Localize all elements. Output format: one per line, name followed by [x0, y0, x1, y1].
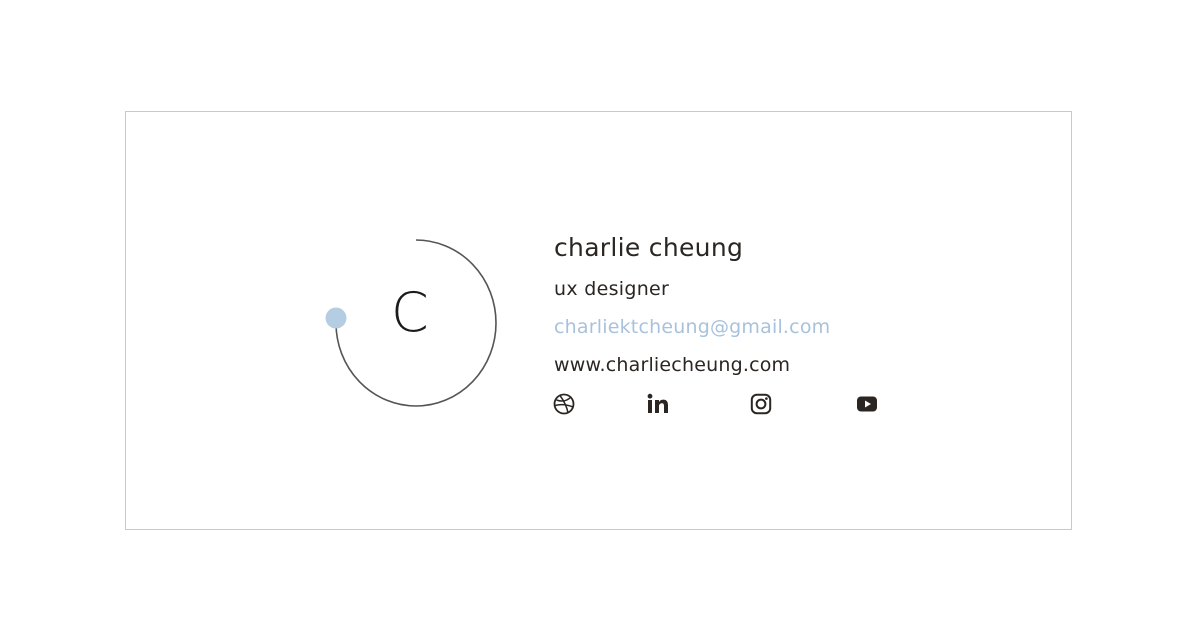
job-title: ux designer — [554, 278, 670, 300]
full-name: charlie cheung — [554, 233, 744, 262]
instagram-icon — [750, 393, 772, 415]
accent-dot — [325, 307, 347, 329]
monogram: C — [391, 281, 429, 344]
website-link[interactable]: www.charliecheung.com — [554, 354, 790, 376]
youtube-link[interactable] — [856, 393, 878, 415]
linkedin-icon — [646, 393, 668, 415]
dribbble-icon — [553, 393, 575, 415]
email-link[interactable]: charliektcheung@gmail.com — [554, 316, 830, 338]
linkedin-link[interactable] — [646, 393, 668, 415]
instagram-link[interactable] — [750, 393, 772, 415]
dribbble-link[interactable] — [553, 393, 575, 415]
youtube-icon — [856, 393, 878, 415]
